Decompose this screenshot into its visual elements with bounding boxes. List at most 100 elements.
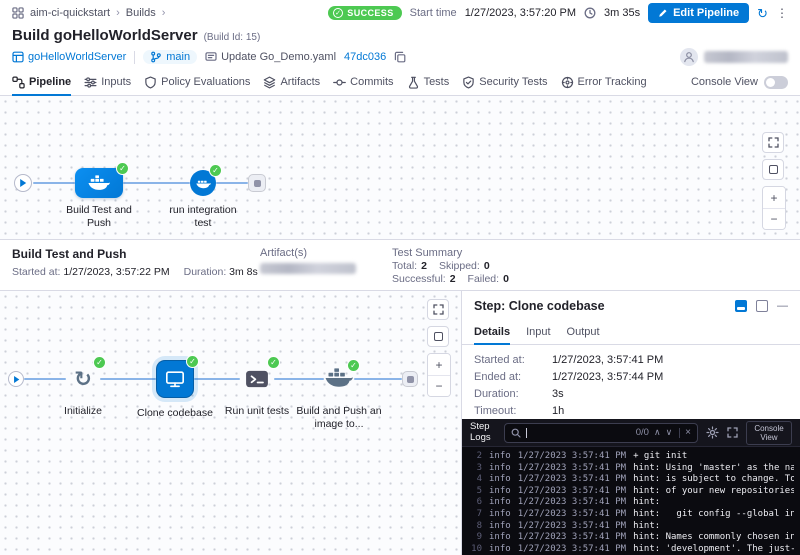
step-details-list: Started at: 1/27/2023, 3:57:41 PM Ended … xyxy=(462,345,800,419)
zoom-in-button[interactable]: + xyxy=(763,187,785,208)
toggle-knob xyxy=(766,78,775,87)
step-node-initialize[interactable]: ↻ ✓ xyxy=(66,362,100,396)
expand-canvas-button[interactable] xyxy=(427,299,449,320)
console-view-button[interactable]: Console View xyxy=(746,421,792,445)
divider xyxy=(134,51,135,64)
full-pane-layout-icon[interactable] xyxy=(756,300,768,312)
fit-view-button[interactable] xyxy=(427,326,449,347)
tab-input[interactable]: Input xyxy=(526,319,550,344)
stage-summary-title: Build Test and Push xyxy=(12,247,224,261)
step-node-label: run integration test xyxy=(163,204,243,230)
policy-evaluations-icon xyxy=(144,76,157,89)
edit-pipeline-button[interactable]: Edit Pipeline xyxy=(648,3,749,23)
artifacts-icon xyxy=(263,76,276,89)
success-check-icon: ✓ xyxy=(93,356,106,369)
repo-link[interactable]: goHelloWorldServer xyxy=(12,51,126,63)
tab-details[interactable]: Details xyxy=(474,319,510,344)
check-icon: ✓ xyxy=(333,8,343,18)
minimize-panel-icon[interactable]: — xyxy=(777,301,788,312)
commit-sha-link[interactable]: 47dc036 xyxy=(344,51,386,63)
copy-icon[interactable] xyxy=(394,51,406,63)
log-settings-gear-icon[interactable] xyxy=(706,426,719,439)
stage-graph-canvas[interactable]: ✓ ✓ Build Test and Push run integration … xyxy=(0,96,800,239)
project-switcher-icon[interactable] xyxy=(12,7,24,19)
log-message: hint: Using 'master' as the name for th xyxy=(633,463,794,475)
repo-icon xyxy=(12,51,24,63)
tab-pipeline[interactable]: Pipeline xyxy=(12,69,71,95)
tab-policy-evaluations[interactable]: Policy Evaluations xyxy=(144,69,250,95)
zoom-out-button[interactable]: − xyxy=(428,375,450,396)
log-fullscreen-icon[interactable] xyxy=(727,427,738,438)
topbar: aim-ci-quickstart › Builds › ✓ SUCCESS S… xyxy=(0,0,800,26)
log-timestamp: 1/27/2023 3:57:41 PM xyxy=(518,486,626,498)
log-level: info xyxy=(489,544,511,555)
log-line-number: 10 xyxy=(468,544,482,555)
fit-view-button[interactable] xyxy=(762,159,784,180)
tab-security-tests[interactable]: Security Tests xyxy=(462,69,547,95)
tab-label: Security Tests xyxy=(479,76,547,88)
log-line: 4info1/27/2023 3:57:41 PMhint: is subjec… xyxy=(468,474,794,486)
start-node xyxy=(8,371,24,387)
log-message: hint: xyxy=(633,497,660,509)
terminal-icon xyxy=(245,369,269,389)
status-badge: ✓ SUCCESS xyxy=(328,6,401,20)
kebab-menu-icon[interactable]: ⋮ xyxy=(776,7,788,19)
refresh-icon[interactable]: ↻ xyxy=(757,7,768,20)
stage-node-build-test-and-push[interactable]: ✓ xyxy=(75,168,123,198)
detail-row: Duration: 3s xyxy=(474,388,788,400)
zoom-in-button[interactable]: + xyxy=(428,354,450,375)
log-search-input[interactable]: 0/0 ∧ ∨ × xyxy=(504,423,698,443)
search-next-icon[interactable]: ∨ xyxy=(666,428,673,437)
detail-label: Ended at: xyxy=(474,371,552,383)
search-icon xyxy=(511,428,521,438)
graph-link xyxy=(123,182,190,184)
successful-label: Successful: xyxy=(392,273,446,286)
search-close-icon[interactable]: × xyxy=(679,428,691,438)
log-timestamp: 1/27/2023 3:57:41 PM xyxy=(518,509,626,521)
tab-commits[interactable]: Commits xyxy=(333,69,393,95)
search-match-count: 0/0 xyxy=(636,427,649,438)
breadcrumb-builds[interactable]: Builds xyxy=(126,7,156,19)
tab-artifacts[interactable]: Artifacts xyxy=(263,69,320,95)
expand-canvas-button[interactable] xyxy=(762,132,784,153)
step-node-build-and-push[interactable]: ✓ xyxy=(324,365,354,391)
step-node-run-integration-test[interactable]: ✓ xyxy=(190,170,216,196)
tab-tests[interactable]: Tests xyxy=(407,69,450,95)
tab-inputs[interactable]: Inputs xyxy=(84,69,131,95)
fit-view-icon xyxy=(434,332,443,341)
tab-output[interactable]: Output xyxy=(567,319,600,344)
tab-label: Tests xyxy=(424,76,450,88)
tab-error-tracking[interactable]: Error Tracking xyxy=(561,69,647,95)
branch-link[interactable]: main xyxy=(143,50,197,64)
build-tabs: Pipeline Inputs Policy Evaluations Artif… xyxy=(0,69,800,96)
step-node-label: Run unit tests xyxy=(217,405,297,418)
log-message: hint: of your new repositories, which w xyxy=(633,486,794,498)
success-check-icon: ✓ xyxy=(347,359,360,372)
log-line-number: 5 xyxy=(468,486,482,498)
console-view-toggle[interactable] xyxy=(764,76,788,89)
tab-label: Pipeline xyxy=(29,76,71,88)
log-output[interactable]: 2info1/27/2023 3:57:41 PM+ git init 3inf… xyxy=(462,447,800,555)
avatar xyxy=(680,48,698,66)
log-line: 3info1/27/2023 3:57:41 PMhint: Using 'ma… xyxy=(468,463,794,475)
clock-icon xyxy=(584,7,596,19)
test-summary-label: Test Summary xyxy=(392,247,509,259)
search-prev-icon[interactable]: ∧ xyxy=(654,428,661,437)
log-panel: Step Logs 0/0 ∧ ∨ × xyxy=(462,419,800,555)
bottom-pane-layout-icon[interactable] xyxy=(735,300,747,312)
execution-graph-canvas[interactable]: ↻ ✓ ✓ ✓ ✓ Init xyxy=(0,291,462,555)
successful-value: 2 xyxy=(450,273,456,286)
zoom-out-button[interactable]: − xyxy=(763,208,785,229)
log-message: hint: 'development'. The just-created b xyxy=(633,544,794,555)
log-level: info xyxy=(489,532,511,544)
stage-summary-meta: Started at: 1/27/2023, 3:57:22 PM Durati… xyxy=(12,266,224,278)
start-time-value: 1/27/2023, 3:57:20 PM xyxy=(465,7,576,19)
log-level: info xyxy=(489,463,511,475)
bottom-split: ↻ ✓ ✓ ✓ ✓ Init xyxy=(0,291,800,555)
panel-layout-controls: — xyxy=(735,300,788,312)
play-icon xyxy=(19,178,27,188)
skipped-label: Skipped: xyxy=(439,260,480,273)
step-node-run-unit-tests[interactable]: ✓ xyxy=(240,362,274,396)
step-node-clone-codebase[interactable]: ✓ xyxy=(156,360,194,398)
breadcrumb-project[interactable]: aim-ci-quickstart xyxy=(30,7,110,19)
